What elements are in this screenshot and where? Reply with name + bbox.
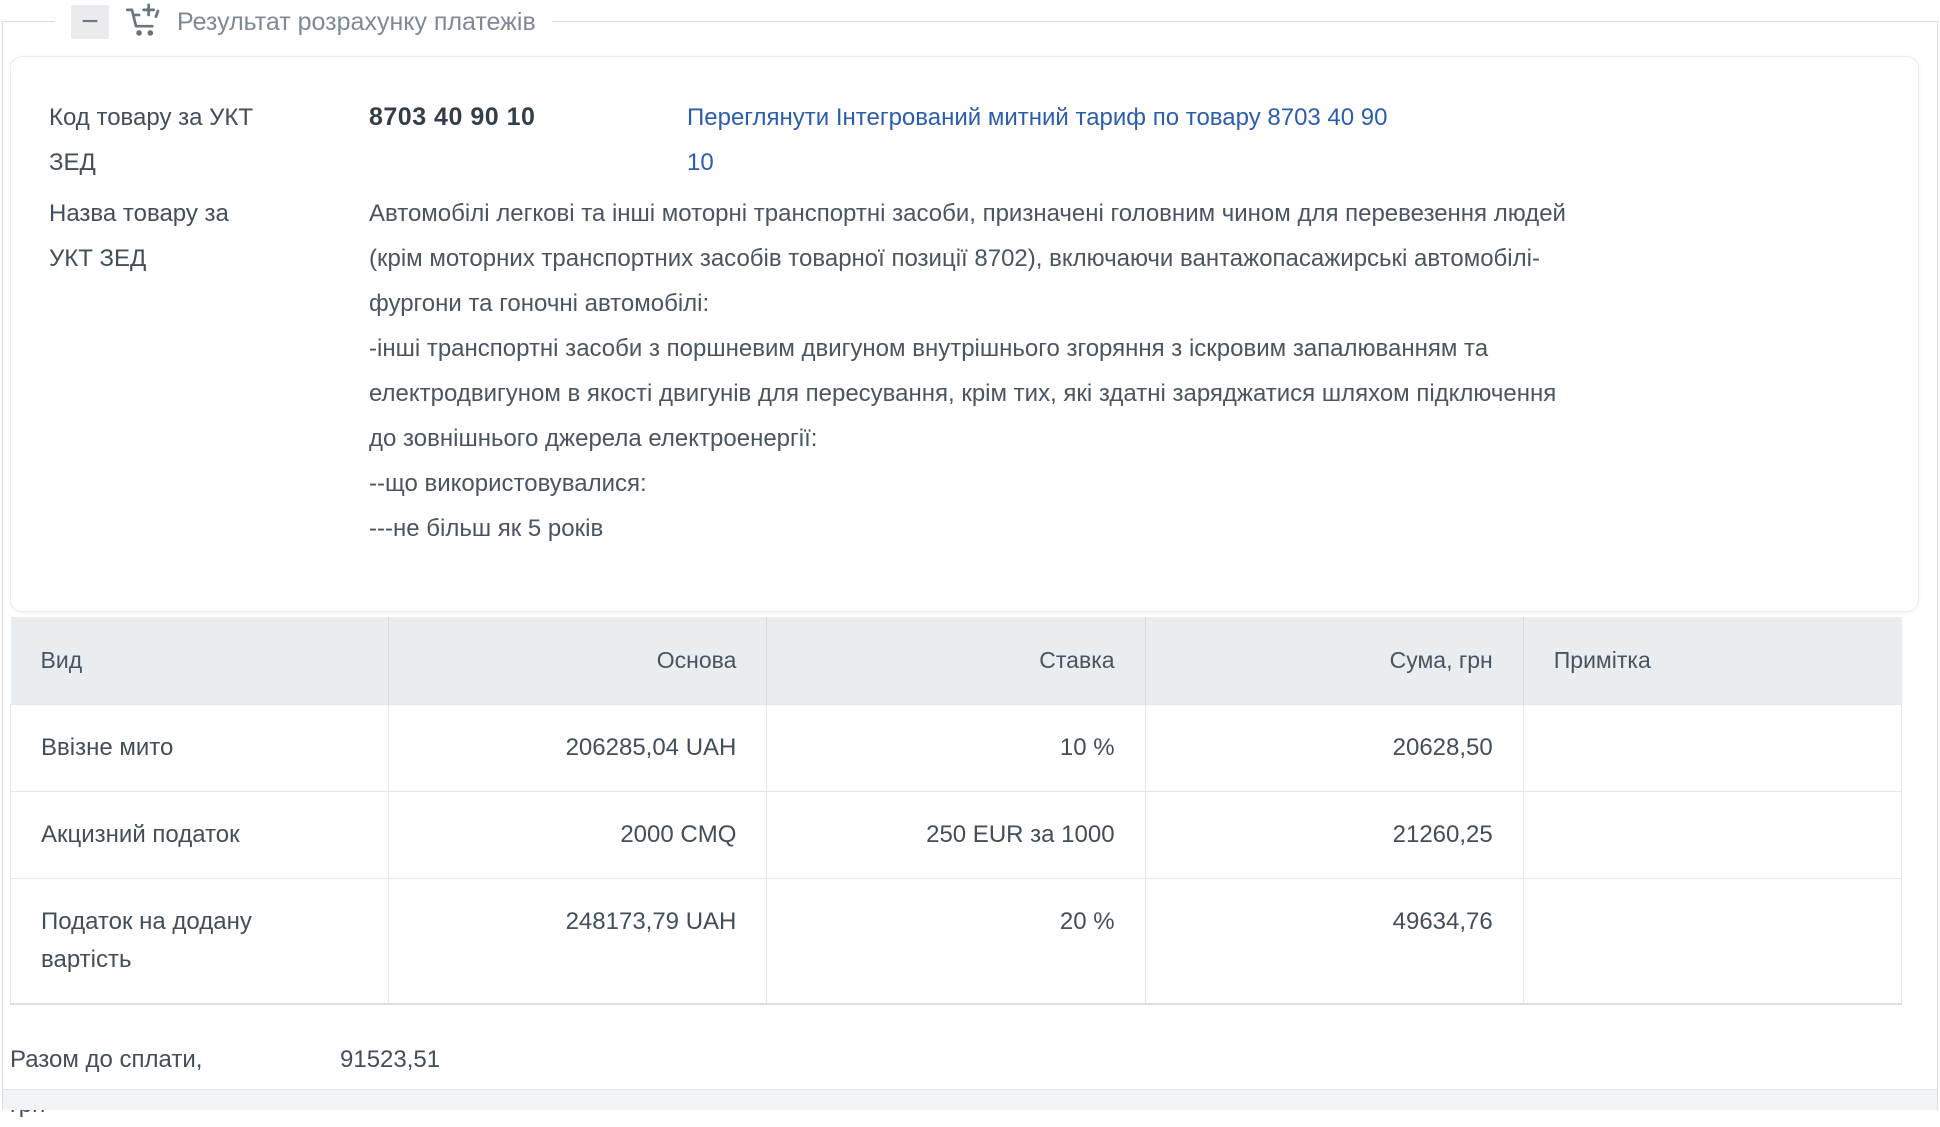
cell-note	[1523, 792, 1901, 879]
minus-icon: −	[81, 7, 99, 37]
cell-rate: 10 %	[767, 705, 1145, 792]
table-row-vat: Податок на додану вартість 248173,79 UAH…	[11, 879, 1902, 1005]
payments-result-panel: − Результат розрахунку платежів Код това…	[2, 21, 1938, 1110]
product-info-card: Код товару за УКТ ЗЕД 8703 40 90 10 Пере…	[10, 56, 1919, 612]
column-header-type: Вид	[11, 617, 389, 705]
cell-rate: 20 %	[767, 879, 1145, 1005]
product-code-row: Код товару за УКТ ЗЕД 8703 40 90 10 Пере…	[49, 95, 1878, 185]
cell-amount: 20628,50	[1145, 705, 1523, 792]
table-row-excise-tax: Акцизний податок 2000 CMQ 250 EUR за 100…	[11, 792, 1902, 879]
payments-table-header-row: Вид Основа Ставка Сума, грн Примітка	[11, 617, 1902, 705]
product-name-value: Автомобілі легкові та інші моторні транс…	[369, 191, 1878, 551]
panel-legend: − Результат розрахунку платежів	[55, 0, 552, 45]
total-label: Разом до сплати, грн	[10, 1037, 340, 1127]
column-header-rate: Ставка	[767, 617, 1145, 705]
product-name-row: Назва товару за УКТ ЗЕД Автомобілі легко…	[49, 191, 1878, 551]
cell-note	[1523, 879, 1901, 1005]
column-header-note: Примітка	[1523, 617, 1901, 705]
column-header-amount: Сума, грн	[1145, 617, 1523, 705]
collapse-button[interactable]: −	[71, 5, 109, 39]
product-code-value: 8703 40 90 10	[369, 95, 687, 185]
cell-base: 248173,79 UAH	[389, 879, 767, 1005]
integrated-tariff-link[interactable]: Переглянути Інтегрований митний тариф по…	[687, 95, 1407, 185]
cell-type: Акцизний податок	[11, 792, 389, 879]
cell-amount: 21260,25	[1145, 792, 1523, 879]
bottom-bar	[3, 1089, 1937, 1110]
cell-base: 2000 CMQ	[389, 792, 767, 879]
cell-rate: 250 EUR за 1000	[767, 792, 1145, 879]
cell-type: Податок на додану вартість	[11, 879, 389, 1005]
product-name-label: Назва товару за УКТ ЗЕД	[49, 191, 369, 551]
cell-type: Ввізне мито	[11, 705, 389, 792]
cell-note	[1523, 705, 1901, 792]
cell-amount: 49634,76	[1145, 879, 1523, 1005]
table-row-import-duty: Ввізне мито 206285,04 UAH 10 % 20628,50	[11, 705, 1902, 792]
total-value: 91523,51	[340, 1037, 1937, 1127]
panel-title: Результат розрахунку платежів	[177, 8, 536, 37]
cart-plus-icon	[125, 2, 161, 43]
payments-table: Вид Основа Ставка Сума, грн Примітка Вві…	[10, 617, 1902, 1005]
column-header-base: Основа	[389, 617, 767, 705]
cell-base: 206285,04 UAH	[389, 705, 767, 792]
product-code-label: Код товару за УКТ ЗЕД	[49, 95, 369, 185]
